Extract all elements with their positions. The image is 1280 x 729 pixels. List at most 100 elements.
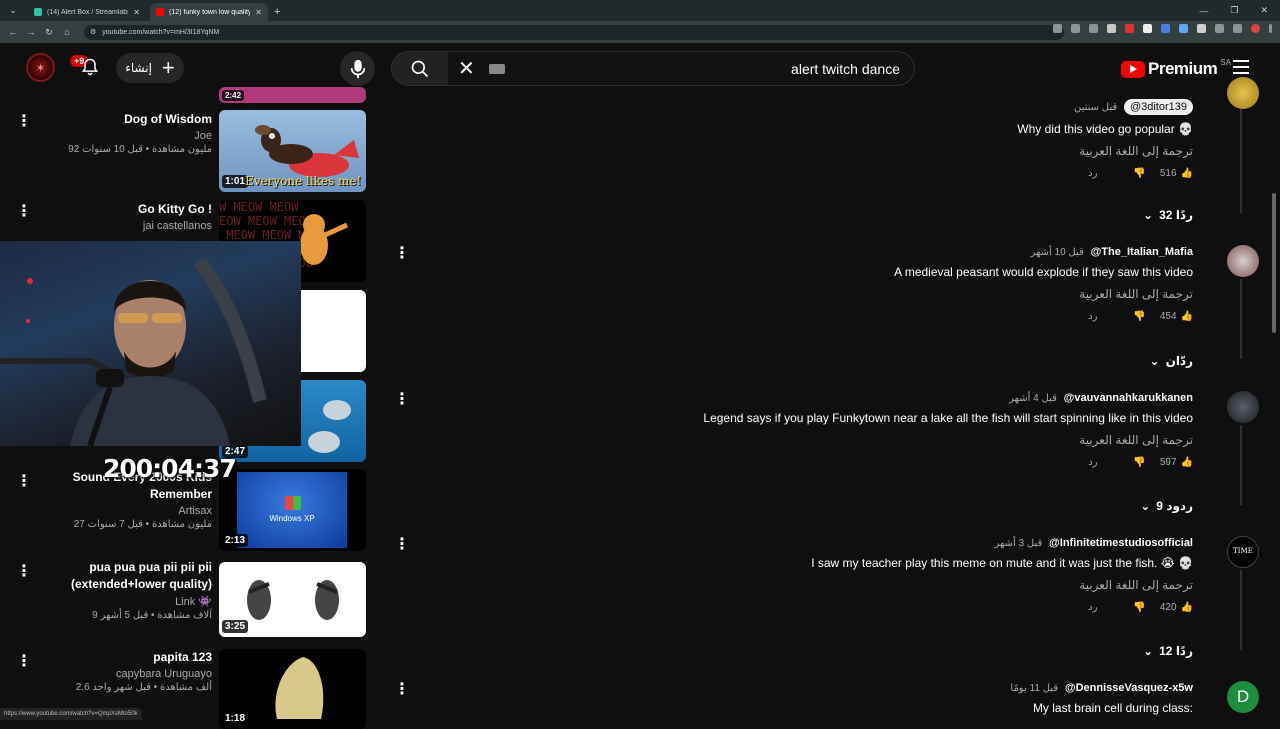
translate-link[interactable]: ترجمة إلى اللغة العربية [393,287,1193,301]
comment-avatar[interactable]: TIME [1227,536,1259,568]
bell-icon[interactable] [80,57,100,82]
thread-line [1240,425,1242,505]
account-avatar[interactable]: ✶ [26,53,55,82]
comment-avatar[interactable] [1227,391,1259,423]
scrollbar-thumb[interactable] [1272,193,1276,333]
video-thumbnail[interactable]: Windows XP 2:13 [219,469,366,551]
reply-button[interactable]: رد [1088,602,1097,613]
dislike-icon[interactable]: 👎 [1133,457,1145,468]
translate-link[interactable]: ترجمة إلى اللغة العربية [393,433,1193,447]
translate-link[interactable]: ترجمة إلى اللغة العربية [393,144,1193,158]
related-video-item[interactable]: ⋮ pua pua pua pii pii pii (extended+lowe… [0,560,380,639]
replies-toggle[interactable]: ⌄ 32 ردًا [1143,208,1193,222]
search-button[interactable] [392,52,448,85]
like-icon[interactable]: 👍 [1181,602,1193,613]
close-tab-icon[interactable]: ✕ [133,8,140,17]
extension-icon[interactable] [1143,24,1152,33]
voice-search-button[interactable] [340,51,375,86]
extension-icon[interactable] [1179,24,1188,33]
keyboard-icon[interactable] [488,63,505,74]
translate-link[interactable]: ترجمة إلى اللغة العربية [393,578,1193,592]
reply-button[interactable]: رد [1088,311,1097,322]
more-options-icon[interactable]: ⋮ [16,111,32,131]
like-count: 420 [1159,602,1177,613]
back-icon[interactable]: ← [4,27,22,37]
minimize-icon[interactable]: — [1199,6,1208,16]
comment-avatar[interactable]: D [1227,681,1259,713]
country-code: SA [1220,57,1231,67]
comment-author[interactable]: @3ditor139 [1123,99,1193,115]
dislike-icon[interactable]: 👎 [1133,602,1145,613]
site-info-icon[interactable]: ⚙ [90,28,96,36]
more-options-icon[interactable]: ⋮ [16,471,32,491]
dislike-icon[interactable]: 👎 [1133,311,1145,322]
browser-tab-youtube[interactable]: (12) funky town low quality ✕ [150,3,268,21]
dislike-icon[interactable]: 👎 [1133,168,1145,179]
comment-author[interactable]: @The_Italian_Mafia [1091,246,1193,258]
more-options-icon[interactable]: ⋮ [16,201,32,221]
more-options-icon[interactable]: ⋮ [16,651,32,671]
comment-text: Why did this video go popular 💀 [1017,122,1193,136]
related-video-item[interactable]: ⋮ Dog of Wisdom Joe 92 مليون مشاهدة • قب… [0,109,380,195]
comment-avatar[interactable] [1227,77,1259,109]
url-field[interactable]: ⚙ youtube.com/watch?v=mH/3I18YqNM [84,24,1064,40]
reload-icon[interactable]: ↻ [40,27,58,38]
comment-author[interactable]: @vauvannahkarukkanen [1064,392,1193,404]
sidepanel-icon[interactable] [1233,24,1242,33]
new-tab-icon[interactable]: + [274,6,280,18]
reply-button[interactable]: رد [1088,168,1097,179]
streamlabs-favicon-icon [34,8,42,16]
cast-icon[interactable] [1053,24,1062,33]
browser-tab-streamlabs[interactable]: (14) Alert Box / Streamlabs ✕ [28,3,146,21]
search-input[interactable]: alert twitch dance [505,61,914,77]
duration-badge: 2:42 [222,90,245,101]
close-tab-icon[interactable]: ✕ [255,8,262,17]
like-icon[interactable]: 👍 [1181,168,1193,179]
clear-search-icon[interactable]: ✕ [458,56,475,81]
browser-menu-icon[interactable] [1269,24,1272,33]
logo-text: Premium [1148,59,1218,78]
replies-toggle[interactable]: ⌄ 12 ردًا [1143,644,1193,658]
video-thumbnail[interactable]: 1:01 Everyone likes me! [219,110,366,192]
extension-icon[interactable] [1197,24,1206,33]
extension-icon[interactable] [1125,24,1134,33]
more-options-icon[interactable]: ⋮ [16,561,32,581]
comment-actions: رد 👎 597 👍 [393,457,1193,468]
create-button[interactable]: إنشاء + [116,53,184,83]
replies-toggle[interactable]: ⌄ ردّان [1150,354,1193,368]
like-icon[interactable]: 👍 [1181,311,1193,322]
replies-toggle[interactable]: ⌄ 9 ردود [1140,499,1193,513]
tab-title: (14) Alert Box / Streamlabs [47,8,129,16]
youtube-premium-logo[interactable]: Premium SA [1121,57,1231,79]
webcam-overlay [0,241,301,446]
home-icon[interactable]: ⌂ [58,27,76,37]
like-icon[interactable]: 👍 [1181,457,1193,468]
puzzle-icon[interactable] [1215,24,1224,33]
video-thumbnail[interactable]: 3:25 [219,562,366,637]
comment-author[interactable]: @Infinitetimestudiosofficial [1049,537,1193,549]
channel-name: capybara Uruguayo [115,668,212,680]
zoom-icon[interactable] [1071,24,1080,33]
hamburger-menu-icon[interactable] [1233,60,1249,78]
extension-icon[interactable] [1161,24,1170,33]
reply-button[interactable]: رد [1088,457,1097,468]
like-count: 516 [1159,168,1177,179]
chevron-down-icon: ⌄ [1143,644,1154,658]
video-thumbnail[interactable]: 1:18 [219,649,366,729]
profile-avatar[interactable] [1251,24,1260,33]
windows-screen: Windows XP [237,472,347,548]
close-window-icon[interactable]: ✕ [1260,5,1268,16]
search-box: ✕ alert twitch dance [391,51,915,86]
youtube-header: ✶ +9 إنشاء + ✕ alert twitch dance Premiu… [0,43,1280,93]
tab-search-icon[interactable]: ⌄ [4,1,22,19]
streamer-illustration [0,257,267,446]
video-thumbnail[interactable]: 2:42 [219,87,366,103]
maximize-icon[interactable]: ❐ [1230,5,1238,16]
replies-count: 32 ردًا [1159,208,1193,222]
comment-avatar[interactable] [1227,245,1259,277]
comment-author[interactable]: @DennisseVasquez-x5w [1065,682,1193,694]
forward-icon[interactable]: → [22,27,40,37]
extension-icon[interactable] [1107,24,1116,33]
comment: قبل سنتين @3ditor139 Why did this video … [393,99,1193,179]
bookmark-star-icon[interactable] [1089,24,1098,33]
